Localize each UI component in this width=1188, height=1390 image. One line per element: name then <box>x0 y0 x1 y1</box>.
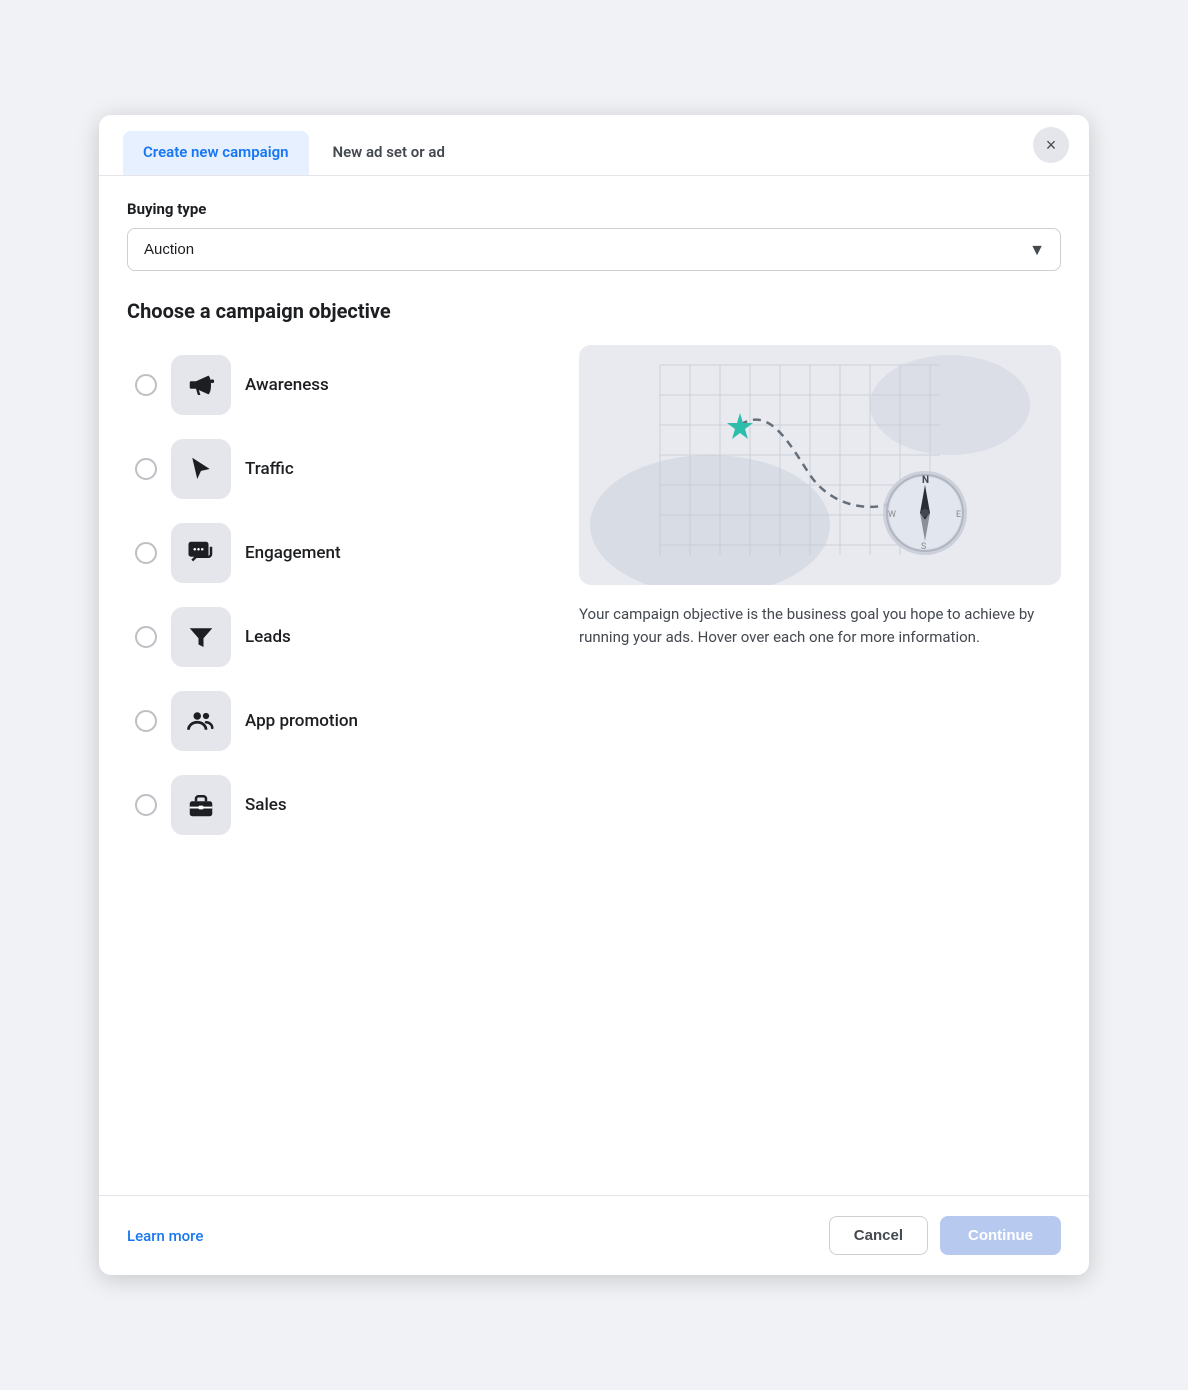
leads-icon-box <box>171 607 231 667</box>
objectives-list: Awareness Traffic <box>127 345 547 845</box>
cursor-icon <box>186 454 216 484</box>
tab-create-campaign[interactable]: Create new campaign <box>123 131 309 175</box>
briefcase-icon <box>186 790 216 820</box>
objective-item-app-promotion[interactable]: App promotion <box>127 681 547 761</box>
engagement-icon-box <box>171 523 231 583</box>
objective-item-sales[interactable]: Sales <box>127 765 547 845</box>
sales-icon-box <box>171 775 231 835</box>
sales-label: Sales <box>245 795 287 815</box>
buying-type-select-wrapper: Auction Reservation ▼ <box>127 228 1061 271</box>
chat-icon <box>186 538 216 568</box>
radio-sales[interactable] <box>135 794 157 816</box>
modal-body: Buying type Auction Reservation ▼ Choose… <box>99 176 1089 1195</box>
radio-awareness[interactable] <box>135 374 157 396</box>
filter-icon <box>186 622 216 652</box>
objective-heading: Choose a campaign objective <box>127 299 1061 323</box>
objective-item-awareness[interactable]: Awareness <box>127 345 547 425</box>
buying-type-section: Buying type Auction Reservation ▼ <box>127 200 1061 271</box>
app-promotion-label: App promotion <box>245 711 358 731</box>
radio-engagement[interactable] <box>135 542 157 564</box>
svg-text:N: N <box>922 475 929 486</box>
app-promotion-icon-box <box>171 691 231 751</box>
megaphone-icon <box>186 370 216 400</box>
objective-item-traffic[interactable]: Traffic <box>127 429 547 509</box>
radio-app-promotion[interactable] <box>135 710 157 732</box>
svg-text:E: E <box>956 510 961 520</box>
svg-text:W: W <box>888 510 896 520</box>
continue-button[interactable]: Continue <box>940 1216 1061 1255</box>
modal-header: Create new campaign New ad set or ad × <box>99 115 1089 176</box>
create-campaign-modal: Create new campaign New ad set or ad × B… <box>99 115 1089 1275</box>
footer-buttons: Cancel Continue <box>829 1216 1061 1255</box>
engagement-label: Engagement <box>245 543 341 563</box>
awareness-label: Awareness <box>245 375 329 395</box>
campaign-illustration: N E S W <box>579 345 1061 585</box>
awareness-icon-box <box>171 355 231 415</box>
objectives-layout: Awareness Traffic <box>127 345 1061 845</box>
buying-type-label: Buying type <box>127 200 1061 218</box>
buying-type-select[interactable]: Auction Reservation <box>127 228 1061 271</box>
close-button[interactable]: × <box>1033 127 1069 163</box>
objective-description: Your campaign objective is the business … <box>579 603 1061 650</box>
cancel-button[interactable]: Cancel <box>829 1216 928 1255</box>
modal-footer: Learn more Cancel Continue <box>99 1195 1089 1275</box>
traffic-label: Traffic <box>245 459 294 479</box>
people-icon <box>186 706 216 736</box>
objective-item-leads[interactable]: Leads <box>127 597 547 677</box>
radio-traffic[interactable] <box>135 458 157 480</box>
objective-info-panel: N E S W Your campaign objective is the b… <box>579 345 1061 845</box>
learn-more-link[interactable]: Learn more <box>127 1227 203 1245</box>
svg-text:S: S <box>921 542 926 552</box>
objective-item-engagement[interactable]: Engagement <box>127 513 547 593</box>
tab-new-ad-set[interactable]: New ad set or ad <box>313 131 465 175</box>
radio-leads[interactable] <box>135 626 157 648</box>
leads-label: Leads <box>245 627 291 647</box>
traffic-icon-box <box>171 439 231 499</box>
